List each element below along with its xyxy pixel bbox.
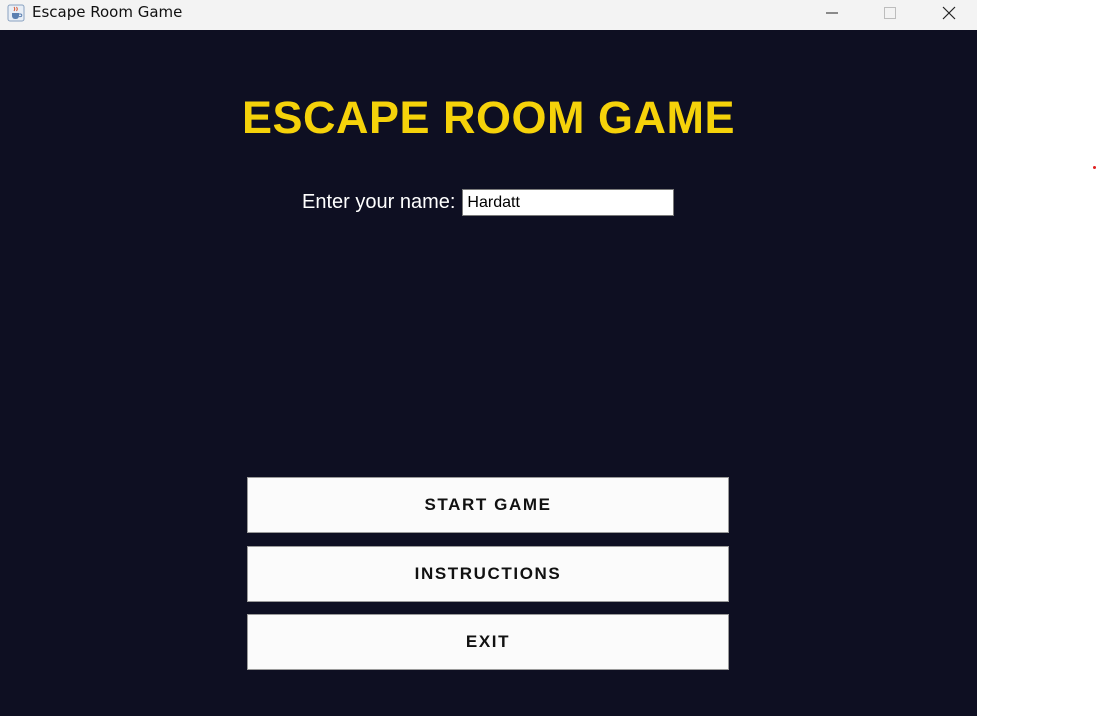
close-button[interactable] [920,0,978,26]
game-title: ESCAPE ROOM GAME [241,92,736,143]
maximize-icon [884,7,896,19]
name-label: Enter your name: [302,191,456,213]
maximize-button[interactable] [861,0,919,26]
start-game-button[interactable]: START GAME [247,477,729,533]
java-cup-icon [7,4,25,22]
app-window: Escape Room Game ESCAPE ROOM GAME Enter … [0,0,977,716]
minimize-button[interactable] [803,0,861,26]
close-icon [942,6,956,20]
instructions-button[interactable]: INSTRUCTIONS [247,546,729,602]
name-row: Enter your name: [302,188,675,217]
minimize-icon [826,7,838,19]
title-bar[interactable]: Escape Room Game [0,0,977,30]
window-title: Escape Room Game [32,3,183,21]
exit-button[interactable]: EXIT [247,614,729,670]
name-input[interactable] [462,189,675,216]
main-panel: ESCAPE ROOM GAME Enter your name: START … [0,30,977,716]
red-dot-marker [1093,166,1096,169]
